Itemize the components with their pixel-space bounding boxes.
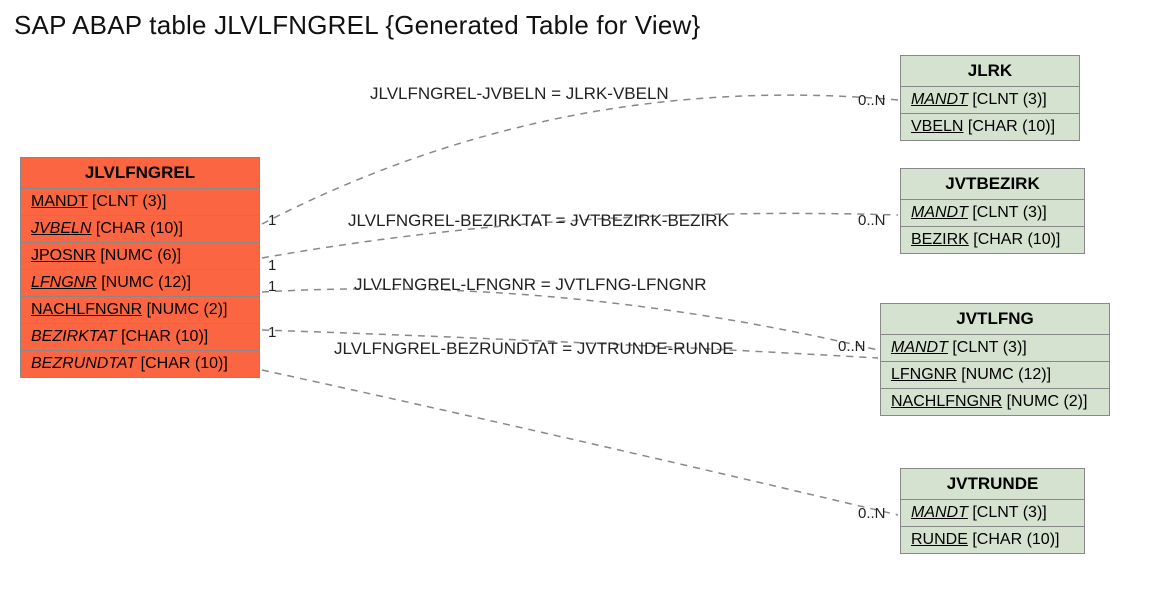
entity-jvtlfng: JVTLFNG MANDT [CLNT (3)]LFNGNR [NUMC (12… [880,303,1110,416]
entity-field: NACHLFNGNR [NUMC (2)] [21,297,259,324]
entity-header: JVTRUNDE [901,469,1084,500]
entity-field: LFNGNR [NUMC (12)] [881,362,1109,389]
entity-jlvlfngrel: JLVLFNGREL MANDT [CLNT (3)]JVBELN [CHAR … [20,157,260,378]
entity-field: MANDT [CLNT (3)] [901,200,1084,227]
entity-field: JVBELN [CHAR (10)] [21,216,259,243]
page-title: SAP ABAP table JLVLFNGREL {Generated Tab… [14,10,700,41]
card-right-2: 0..N [858,212,886,229]
entity-field: MANDT [CLNT (3)] [901,87,1079,114]
entity-field: MANDT [CLNT (3)] [901,500,1084,527]
entity-jvtbezirk: JVTBEZIRK MANDT [CLNT (3)]BEZIRK [CHAR (… [900,168,1085,254]
edge-label-jlrk: JLVLFNGREL-JVBELN = JLRK-VBELN [370,84,669,104]
card-right-1: 0..N [858,92,886,109]
edge-label-jvtbezirk: JLVLFNGREL-BEZIRKTAT = JVTBEZIRK-BEZIRK [348,211,729,231]
entity-field: JPOSNR [NUMC (6)] [21,243,259,270]
entity-jvtrunde: JVTRUNDE MANDT [CLNT (3)]RUNDE [CHAR (10… [900,468,1085,554]
entity-field: BEZIRK [CHAR (10)] [901,227,1084,253]
card-left-1: 1 [268,212,276,229]
entity-jlrk: JLRK MANDT [CLNT (3)]VBELN [CHAR (10)] [900,55,1080,141]
edge-label-jvtlfng: JLVLFNGREL-LFNGNR = JVTLFNG-LFNGNR [354,275,706,295]
entity-field: RUNDE [CHAR (10)] [901,527,1084,553]
card-left-3: 1 [268,278,276,295]
entity-header: JVTLFNG [881,304,1109,335]
card-right-5: 0..N [858,505,886,522]
entity-field: BEZIRKTAT [CHAR (10)] [21,324,259,351]
entity-field: BEZRUNDTAT [CHAR (10)] [21,351,259,377]
entity-field: LFNGNR [NUMC (12)] [21,270,259,297]
entity-field: VBELN [CHAR (10)] [901,114,1079,140]
entity-field: MANDT [CLNT (3)] [21,189,259,216]
card-right-3: 0..N [838,338,866,355]
edge-label-jvtrunde: JLVLFNGREL-BEZRUNDTAT = JVTRUNDE-RUNDE [334,339,734,359]
entity-header: JLVLFNGREL [21,158,259,189]
card-left-2: 1 [268,257,276,274]
card-left-4: 1 [268,324,276,341]
entity-header: JLRK [901,56,1079,87]
entity-field: MANDT [CLNT (3)] [881,335,1109,362]
entity-field: NACHLFNGNR [NUMC (2)] [881,389,1109,415]
entity-header: JVTBEZIRK [901,169,1084,200]
